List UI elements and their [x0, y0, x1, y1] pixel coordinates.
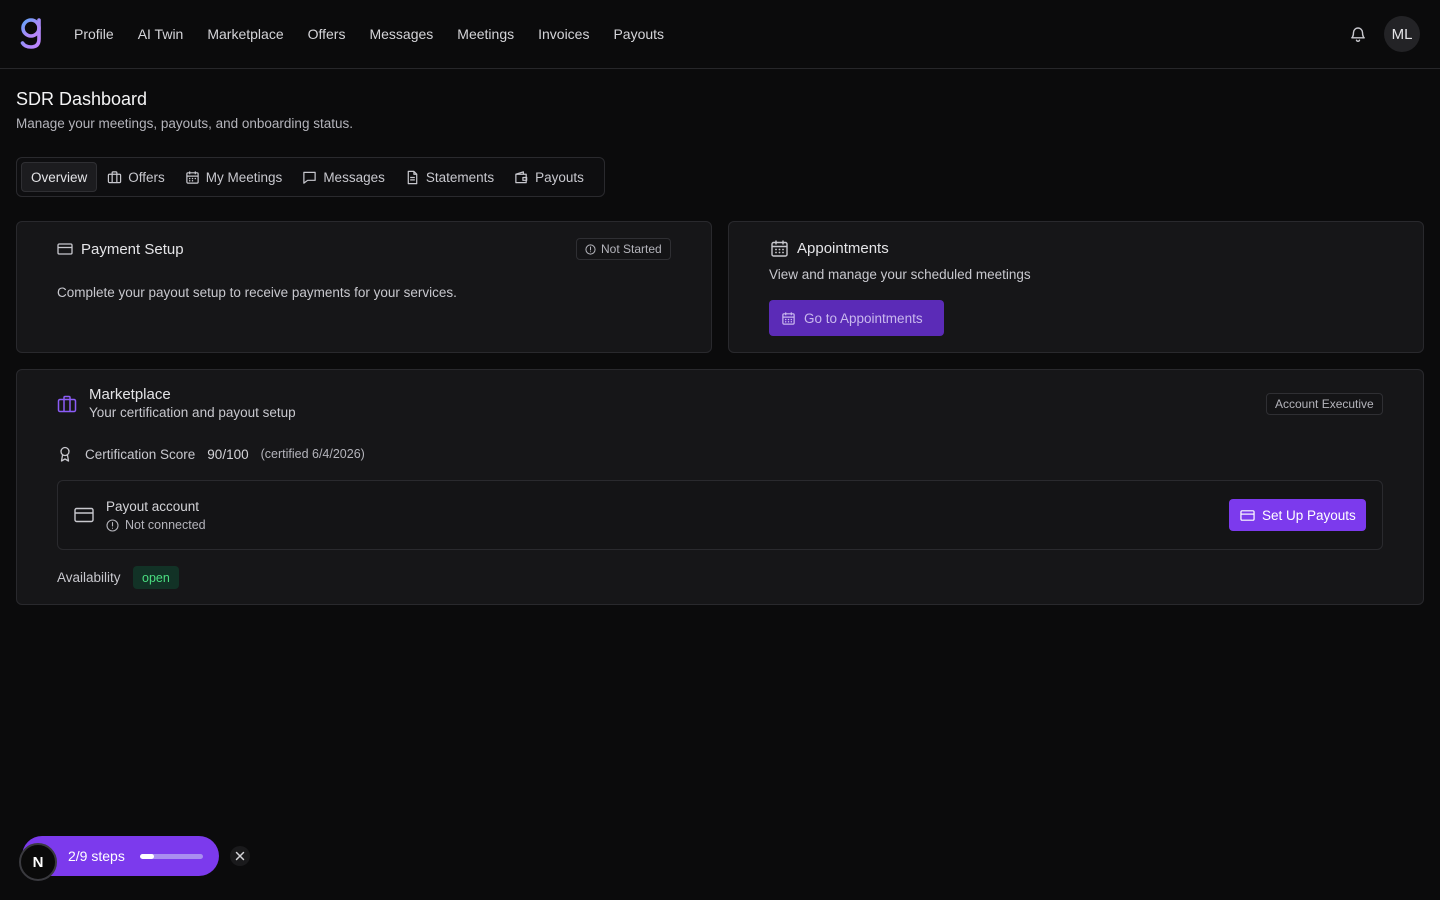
- tab-my-meetings[interactable]: My Meetings: [175, 162, 293, 192]
- status-badge: Not Started: [576, 238, 671, 260]
- top-navigation-bar: Profile AI Twin Marketplace Offers Messa…: [0, 0, 1440, 69]
- tab-label: Offers: [128, 169, 165, 185]
- availability-label: Availability: [57, 570, 121, 585]
- notification-bell-icon[interactable]: [1349, 25, 1367, 43]
- availability-status-badge: open: [133, 566, 179, 589]
- nav-ai-twin[interactable]: AI Twin: [126, 22, 196, 46]
- tab-statements[interactable]: Statements: [395, 162, 504, 192]
- wallet-icon: [514, 170, 529, 185]
- payout-account-status: Not connected: [106, 518, 206, 532]
- tab-label: Payouts: [535, 169, 584, 185]
- marketplace-title: Marketplace: [89, 386, 171, 403]
- document-icon: [405, 170, 420, 185]
- main-nav: Profile AI Twin Marketplace Offers Messa…: [62, 22, 676, 46]
- payout-account-panel: Payout account Not connected Set Up Payo…: [57, 480, 1383, 550]
- nav-payouts[interactable]: Payouts: [601, 22, 676, 46]
- go-to-appointments-button[interactable]: Go to Appointments: [769, 300, 944, 336]
- status-badge-label: Not Started: [601, 242, 662, 256]
- tab-label: My Meetings: [205, 169, 283, 185]
- payment-setup-card: Payment Setup Not Started Complete your …: [16, 221, 712, 353]
- message-icon: [302, 170, 317, 185]
- tab-overview[interactable]: Overview: [21, 162, 98, 192]
- tab-payouts[interactable]: Payouts: [504, 162, 594, 192]
- nav-meetings[interactable]: Meetings: [445, 22, 526, 46]
- certification-score: 90/100: [207, 446, 249, 462]
- marketplace-subtitle: Your certification and payout setup: [89, 405, 296, 420]
- tab-label: Statements: [425, 169, 495, 185]
- calendar-icon: [781, 311, 796, 326]
- tab-label: Overview: [31, 169, 88, 185]
- nav-profile[interactable]: Profile: [62, 22, 126, 46]
- nav-invoices[interactable]: Invoices: [526, 22, 601, 46]
- marketplace-card: Marketplace Your certification and payou…: [16, 369, 1424, 605]
- tab-messages[interactable]: Messages: [292, 162, 395, 192]
- role-badge: Account Executive: [1266, 393, 1383, 415]
- tab-label: Messages: [323, 169, 385, 185]
- nav-offers[interactable]: Offers: [296, 22, 358, 46]
- credit-card-icon: [1240, 508, 1255, 523]
- steps-progress-fill: [140, 854, 154, 859]
- nav-messages[interactable]: Messages: [357, 22, 445, 46]
- close-icon[interactable]: [230, 846, 250, 866]
- appointments-title: Appointments: [797, 240, 889, 257]
- credit-card-icon: [74, 506, 94, 524]
- calendar-icon: [770, 239, 789, 258]
- appointments-card: Appointments View and manage your schedu…: [728, 221, 1424, 353]
- tab-offers[interactable]: Offers: [97, 162, 175, 192]
- payout-status-label: Not connected: [125, 518, 206, 532]
- certification-label: Certification Score: [85, 446, 196, 462]
- award-icon: [57, 446, 85, 462]
- briefcase-icon: [57, 394, 77, 414]
- appointments-description: View and manage your scheduled meetings: [769, 267, 1031, 282]
- steps-label: 2/9 steps: [68, 848, 125, 864]
- calendar-icon: [185, 170, 200, 185]
- certification-date: (certified 6/4/2026): [260, 447, 365, 461]
- dashboard-tabs: Overview Offers My Meetings Messages Sta…: [16, 157, 605, 197]
- steps-progress-bar: [140, 854, 203, 859]
- page-subtitle: Manage your meetings, payouts, and onboa…: [16, 116, 353, 131]
- credit-card-icon: [57, 242, 73, 256]
- certification-row: Certification Score 90/100 (certified 6/…: [57, 446, 365, 462]
- alert-circle-icon: [106, 518, 119, 532]
- nav-marketplace[interactable]: Marketplace: [195, 22, 295, 46]
- alert-circle-icon: [585, 243, 596, 255]
- user-avatar[interactable]: ML: [1384, 16, 1420, 52]
- briefcase-icon: [107, 170, 122, 185]
- button-label: Set Up Payouts: [1262, 507, 1356, 523]
- page-title: SDR Dashboard: [16, 89, 148, 109]
- payment-setup-description: Complete your payout setup to receive pa…: [57, 285, 457, 300]
- app-logo-icon[interactable]: [18, 16, 44, 50]
- set-up-payouts-button[interactable]: Set Up Payouts: [1229, 499, 1366, 531]
- button-label: Go to Appointments: [804, 310, 923, 326]
- payment-setup-title: Payment Setup: [81, 241, 184, 258]
- payout-account-title: Payout account: [106, 499, 200, 514]
- assistant-badge[interactable]: N: [19, 843, 57, 881]
